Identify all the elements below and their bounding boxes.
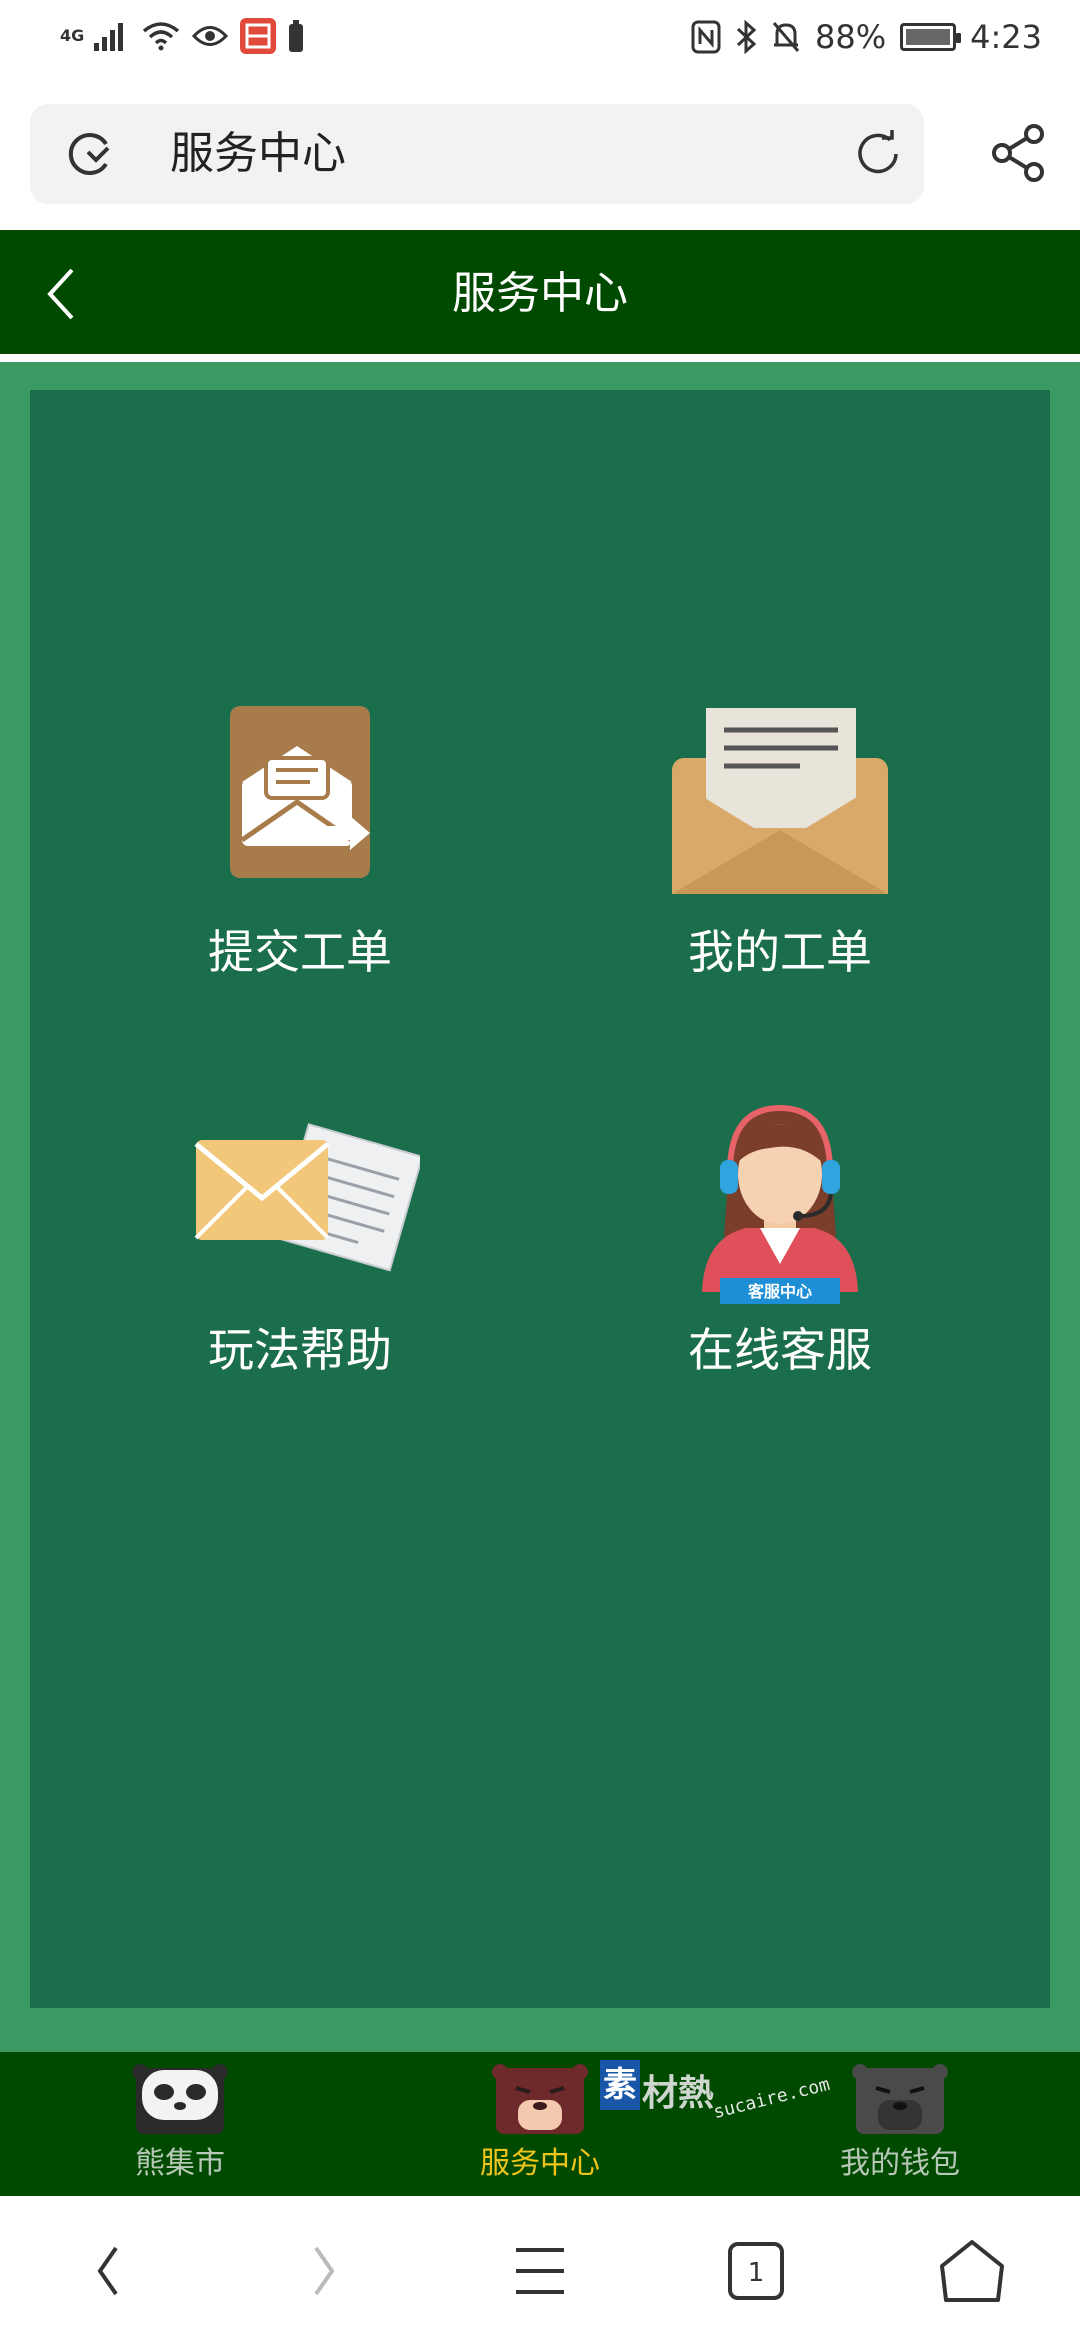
watermark-url: sucaire.com [711,2073,832,2124]
submit-ticket-label: 提交工单 [208,925,392,979]
content-area: 提交工单 我的工单 玩法帮助 客服中心 在线客服 [0,362,1080,2052]
app-tabbar: 熊集市 服务中心 我的钱包 [0,2052,1080,2196]
signal-icon [94,23,123,51]
reload-icon[interactable] [852,128,904,180]
bluetooth-icon [736,20,757,54]
gray-bear-icon [850,2062,950,2138]
url-text: 服务中心 [170,128,346,179]
customer-service-tile[interactable]: 客服中心 在线客服 [620,1088,940,1382]
nav-forward-icon[interactable] [284,2236,364,2306]
battery-small-icon [289,20,303,52]
tab-my-wallet-label: 我的钱包 [840,2146,960,2181]
submit-ticket-envelope-icon [180,690,420,910]
status-bar: 4G 88% 4:23 [0,0,1080,80]
url-field[interactable]: 服务中心 [30,104,924,204]
app-header: 服务中心 [0,230,1080,358]
submit-ticket-tile[interactable]: 提交工单 [140,690,460,984]
brown-bear-icon [490,2062,590,2138]
browser-address-bar: 服务中心 [0,80,1080,230]
clock: 4:23 [970,18,1042,56]
page-title: 服务中心 [452,268,628,319]
nfc-icon [691,20,721,54]
help-label: 玩法帮助 [208,1323,392,1377]
browser-navigation-bar: 1 [0,2196,1080,2340]
tab-service-center-label: 服务中心 [480,2146,600,2181]
status-right-icons: 88% 4:23 [691,18,1042,56]
watermark: 素 材熱 sucaire.com [600,2060,860,2124]
menu-icon[interactable] [500,2236,580,2306]
my-tickets-envelope-icon [660,690,900,910]
help-tile[interactable]: 玩法帮助 [140,1088,460,1382]
watermark-box: 素 [600,2060,640,2110]
tabs-button[interactable]: 1 [716,2236,796,2306]
silent-bell-icon [772,22,800,52]
nav-back-icon[interactable] [68,2236,148,2306]
share-icon[interactable] [988,122,1050,184]
service-panel: 提交工单 我的工单 玩法帮助 客服中心 在线客服 [30,390,1050,2008]
browser-search-icon [68,133,110,175]
home-icon[interactable] [932,2236,1012,2306]
network-type-label: 4G [60,26,85,45]
app-notification-icon [240,18,276,54]
customer-service-agent-icon: 客服中心 [660,1088,900,1308]
tabs-icon: 1 [728,2242,784,2300]
tab-bear-market-label: 熊集市 [135,2146,225,2181]
wifi-icon [142,22,180,51]
my-tickets-label: 我的工单 [688,925,872,979]
customer-service-label: 在线客服 [688,1323,872,1377]
panda-bear-icon [130,2062,230,2138]
tab-bear-market[interactable]: 熊集市 [0,2052,360,2196]
agent-badge-text: 客服中心 [748,1282,812,1301]
eye-icon [192,26,228,46]
tab-count: 1 [748,2258,765,2288]
status-left-icons: 4G [60,18,304,54]
help-letter-icon [180,1088,424,1308]
battery-percent: 88% [815,18,887,56]
watermark-text: 材熱 [642,2073,715,2114]
my-tickets-tile[interactable]: 我的工单 [620,690,940,984]
charging-battery-icon [900,23,962,51]
